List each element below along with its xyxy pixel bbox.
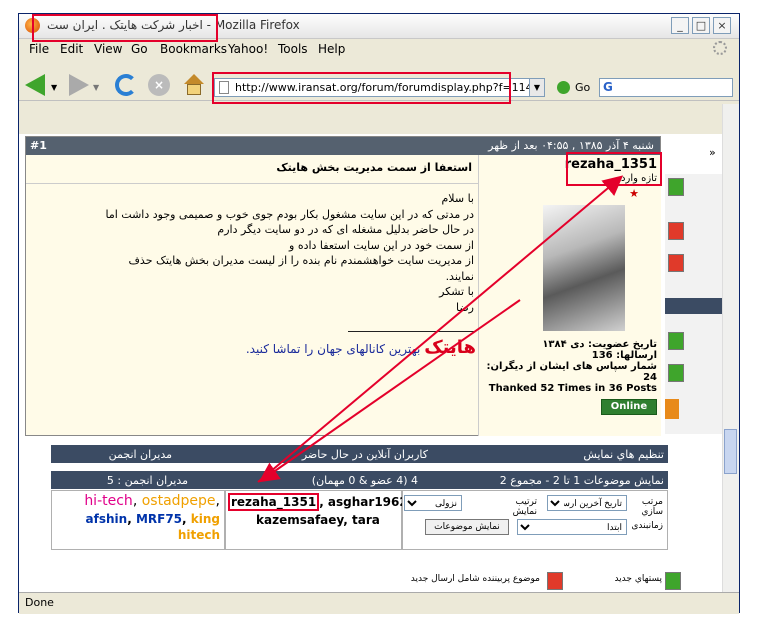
annotation-arrows: [257, 175, 624, 483]
annotation-arrow-down: [258, 299, 521, 483]
annotation-arrow-up: [257, 175, 624, 483]
